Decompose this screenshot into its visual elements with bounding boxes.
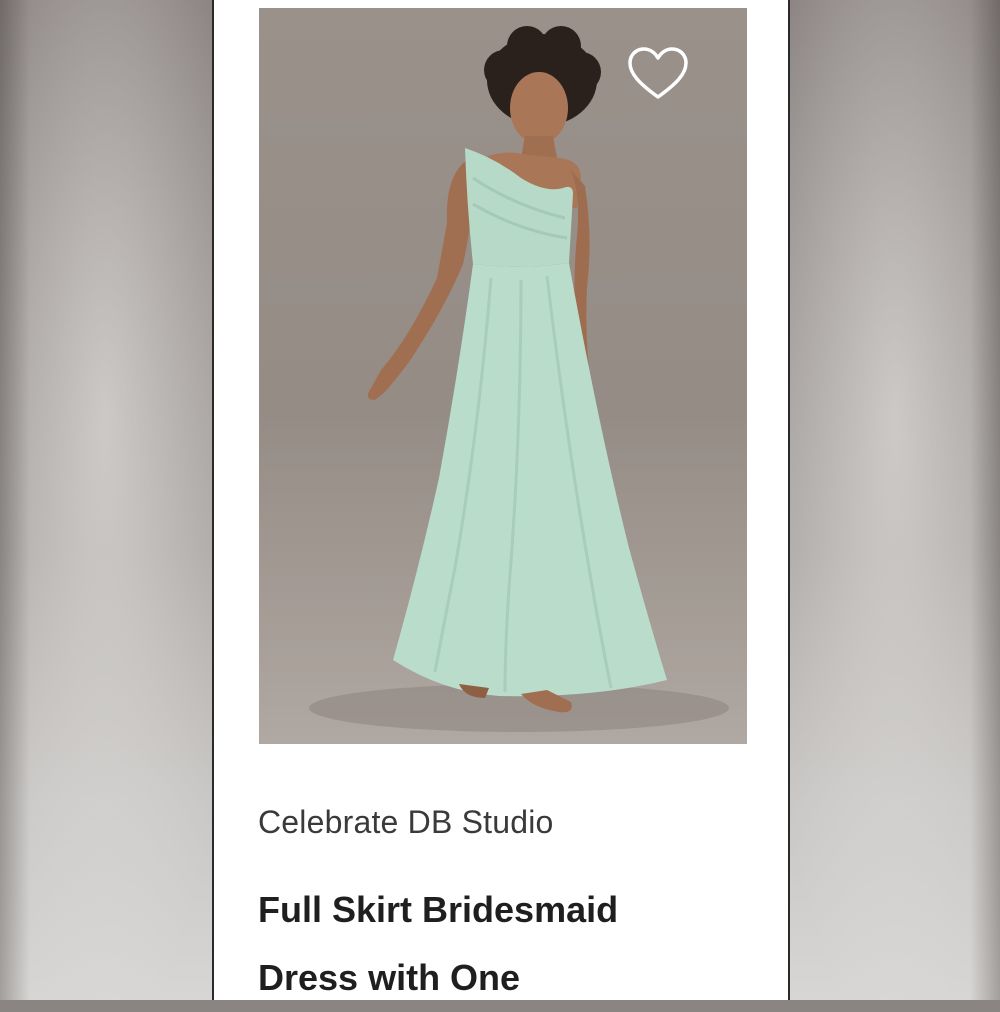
brand-name: Celebrate DB Studio <box>258 804 554 840</box>
product-title[interactable]: Full Skirt Bridesmaid Dress with One <box>258 876 758 1012</box>
model-photo <box>309 26 729 732</box>
product-title-line-1: Full Skirt Bridesmaid <box>258 889 619 930</box>
product-image[interactable] <box>259 8 747 744</box>
backdrop-shadow-left <box>0 0 30 1000</box>
product-card: Celebrate DB Studio Full Skirt Bridesmai… <box>212 0 790 1000</box>
heart-outline-icon <box>628 47 688 99</box>
backdrop-shadow-right <box>970 0 1000 1000</box>
product-title-line-2: Dress with One <box>258 957 521 998</box>
wishlist-button[interactable] <box>623 42 693 106</box>
